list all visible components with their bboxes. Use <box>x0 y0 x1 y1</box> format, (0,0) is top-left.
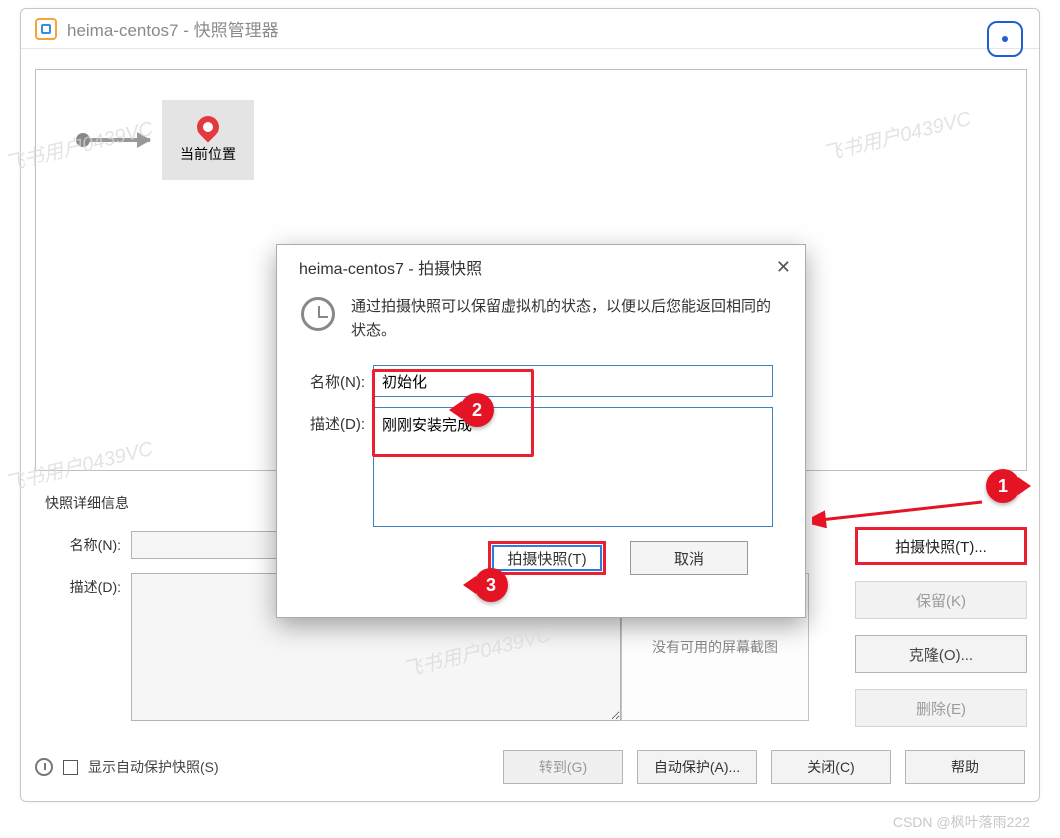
help-button[interactable]: 帮助 <box>905 750 1025 784</box>
annotation-badge-3: 3 <box>474 568 508 602</box>
dialog-desc-label: 描述(D): <box>301 407 373 434</box>
window-title: heima-centos7 - 快照管理器 <box>67 16 279 41</box>
dialog-info-text: 通过拍摄快照可以保留虚拟机的状态，以便以后您能返回相同的状态。 <box>351 295 775 343</box>
snapshot-name-input[interactable] <box>373 365 773 397</box>
close-button[interactable]: 关闭(C) <box>771 750 891 784</box>
dialog-name-label: 名称(N): <box>301 365 373 392</box>
clone-button[interactable]: 克隆(O)... <box>855 635 1027 673</box>
detail-name-label: 名称(N): <box>45 531 131 555</box>
show-autoprotect-checkbox[interactable] <box>63 760 78 775</box>
delete-button: 删除(E) <box>855 689 1027 727</box>
current-position-node[interactable]: 当前位置 <box>162 100 254 180</box>
dialog-info-row: 通过拍摄快照可以保留虚拟机的状态，以便以后您能返回相同的状态。 <box>301 295 775 343</box>
keep-button: 保留(K) <box>855 581 1027 619</box>
app-icon <box>35 18 57 40</box>
dialog-take-snapshot-button[interactable]: 拍摄快照(T) <box>488 541 606 575</box>
history-icon <box>35 758 53 776</box>
clock-icon <box>301 297 335 331</box>
current-position-label: 当前位置 <box>180 144 236 164</box>
timeline-arrow-icon <box>90 138 150 142</box>
location-pin-icon <box>192 111 223 142</box>
snapshot-desc-input[interactable]: 刚刚安装完成 <box>373 407 773 527</box>
no-screenshot-text: 没有可用的屏幕截图 <box>652 637 778 657</box>
dialog-desc-row: 描述(D): 刚刚安装完成 <box>301 407 775 527</box>
autoprotect-button[interactable]: 自动保护(A)... <box>637 750 757 784</box>
dialog-name-row: 名称(N): <box>301 365 775 397</box>
dialog-close-button[interactable]: ✕ <box>776 257 791 278</box>
detail-desc-label: 描述(D): <box>45 573 131 597</box>
screen-capture-icon[interactable] <box>987 21 1023 57</box>
dialog-cancel-button[interactable]: 取消 <box>630 541 748 575</box>
dialog-titlebar: heima-centos7 - 拍摄快照 ✕ <box>277 245 805 289</box>
csdn-credit: CSDN @枫叶落雨222 <box>893 812 1030 832</box>
timeline: 当前位置 <box>76 100 254 180</box>
bottom-right-buttons: 转到(G) 自动保护(A)... 关闭(C) 帮助 <box>503 750 1025 784</box>
take-snapshot-dialog: heima-centos7 - 拍摄快照 ✕ 通过拍摄快照可以保留虚拟机的状态，… <box>276 244 806 618</box>
timeline-start-icon <box>76 133 90 147</box>
side-action-buttons: 拍摄快照(T)... 保留(K) 克隆(O)... 删除(E) <box>855 527 1027 743</box>
annotation-badge-1: 1 <box>986 469 1020 503</box>
show-autoprotect-label: 显示自动保护快照(S) <box>88 757 219 777</box>
goto-button: 转到(G) <box>503 750 623 784</box>
take-snapshot-button[interactable]: 拍摄快照(T)... <box>855 527 1027 565</box>
annotation-badge-2: 2 <box>460 393 494 427</box>
bottom-bar: 显示自动保护快照(S) 转到(G) 自动保护(A)... 关闭(C) 帮助 <box>35 747 1025 787</box>
bottom-left-controls: 显示自动保护快照(S) <box>35 757 219 777</box>
titlebar: heima-centos7 - 快照管理器 <box>21 9 1039 49</box>
dialog-title: heima-centos7 - 拍摄快照 <box>299 255 482 279</box>
details-section-title: 快照详细信息 <box>45 493 129 513</box>
dialog-button-row: 拍摄快照(T) 取消 <box>301 541 775 575</box>
